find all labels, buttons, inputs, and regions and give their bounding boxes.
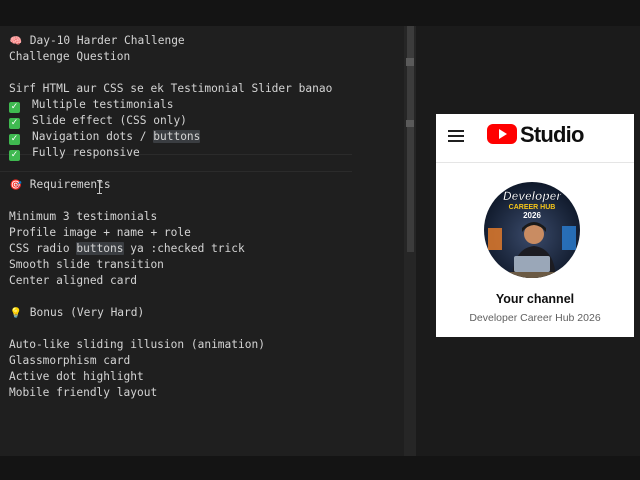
editor-line-15: Smooth slide transition	[9, 258, 164, 271]
studio-brand-text: Studio	[520, 122, 584, 147]
channel-title[interactable]: Your channel	[436, 292, 634, 306]
youtube-studio-card: Studio Developer CAREER HUB 2026 Your ch…	[436, 114, 634, 337]
editor-scrollbar[interactable]	[404, 26, 416, 456]
editor-line-14: CSS radio buttons ya :checked trick	[9, 242, 245, 255]
editor-line-4: Sirf HTML aur CSS se ek Testimonial Slid…	[9, 82, 333, 95]
editor-line-5: ✓ Multiple testimonials	[9, 98, 174, 113]
scrollbar-marker	[406, 120, 414, 127]
bottom-bar	[0, 456, 640, 480]
search-match-highlight: buttons	[153, 130, 201, 143]
hamburger-menu-icon[interactable]	[448, 129, 464, 143]
editor-line-10: 🎯 Requirements	[9, 177, 111, 193]
editor-line-20: Auto-like sliding illusion (animation)	[9, 338, 265, 351]
editor-line-13: Profile image + name + role	[9, 226, 191, 239]
editor-line-6: ✓ Slide effect (CSS only)	[9, 114, 187, 129]
brain-icon: 🧠	[9, 36, 23, 47]
check-mark-icon: ✓	[9, 118, 20, 129]
editor-line-16: Center aligned card	[9, 274, 137, 287]
top-bar	[0, 0, 640, 26]
check-mark-icon: ✓	[9, 150, 20, 161]
editor-line-8: ✓ Fully responsive	[9, 146, 140, 161]
editor-line-2: Challenge Question	[9, 50, 131, 63]
lightbulb-icon: 💡	[9, 308, 23, 319]
search-match-highlight: buttons	[76, 242, 124, 255]
check-mark-icon: ✓	[9, 134, 20, 145]
target-icon: 🎯	[9, 180, 23, 191]
editor-line-12: Minimum 3 testimonials	[9, 210, 158, 223]
editor-line-18: 💡 Bonus (Very Hard)	[9, 305, 145, 321]
text-cursor	[97, 180, 102, 194]
studio-header: Studio	[436, 114, 634, 163]
channel-name: Developer Career Hub 2026	[469, 312, 601, 324]
youtube-logo-icon[interactable]	[487, 124, 517, 144]
editor-line-22: Active dot highlight	[9, 370, 144, 383]
editor-line-21: Glassmorphism card	[9, 354, 131, 367]
scrollbar-marker	[406, 58, 414, 66]
check-mark-icon: ✓	[9, 102, 20, 113]
channel-avatar[interactable]: Developer CAREER HUB 2026	[484, 182, 580, 278]
avatar-illustration: Developer CAREER HUB 2026	[484, 182, 580, 278]
editor-line-23: Mobile friendly layout	[9, 386, 158, 399]
code-editor[interactable]: 🧠 Day-10 Harder Challenge Challenge Ques…	[0, 26, 404, 456]
editor-line-1: 🧠 Day-10 Harder Challenge	[9, 33, 185, 49]
avatar-title: Developer	[503, 189, 562, 203]
avatar-subtitle: CAREER HUB	[509, 204, 556, 211]
editor-line-7: ✓ Navigation dots / buttons	[9, 130, 201, 145]
avatar-year: 2026	[523, 211, 541, 220]
